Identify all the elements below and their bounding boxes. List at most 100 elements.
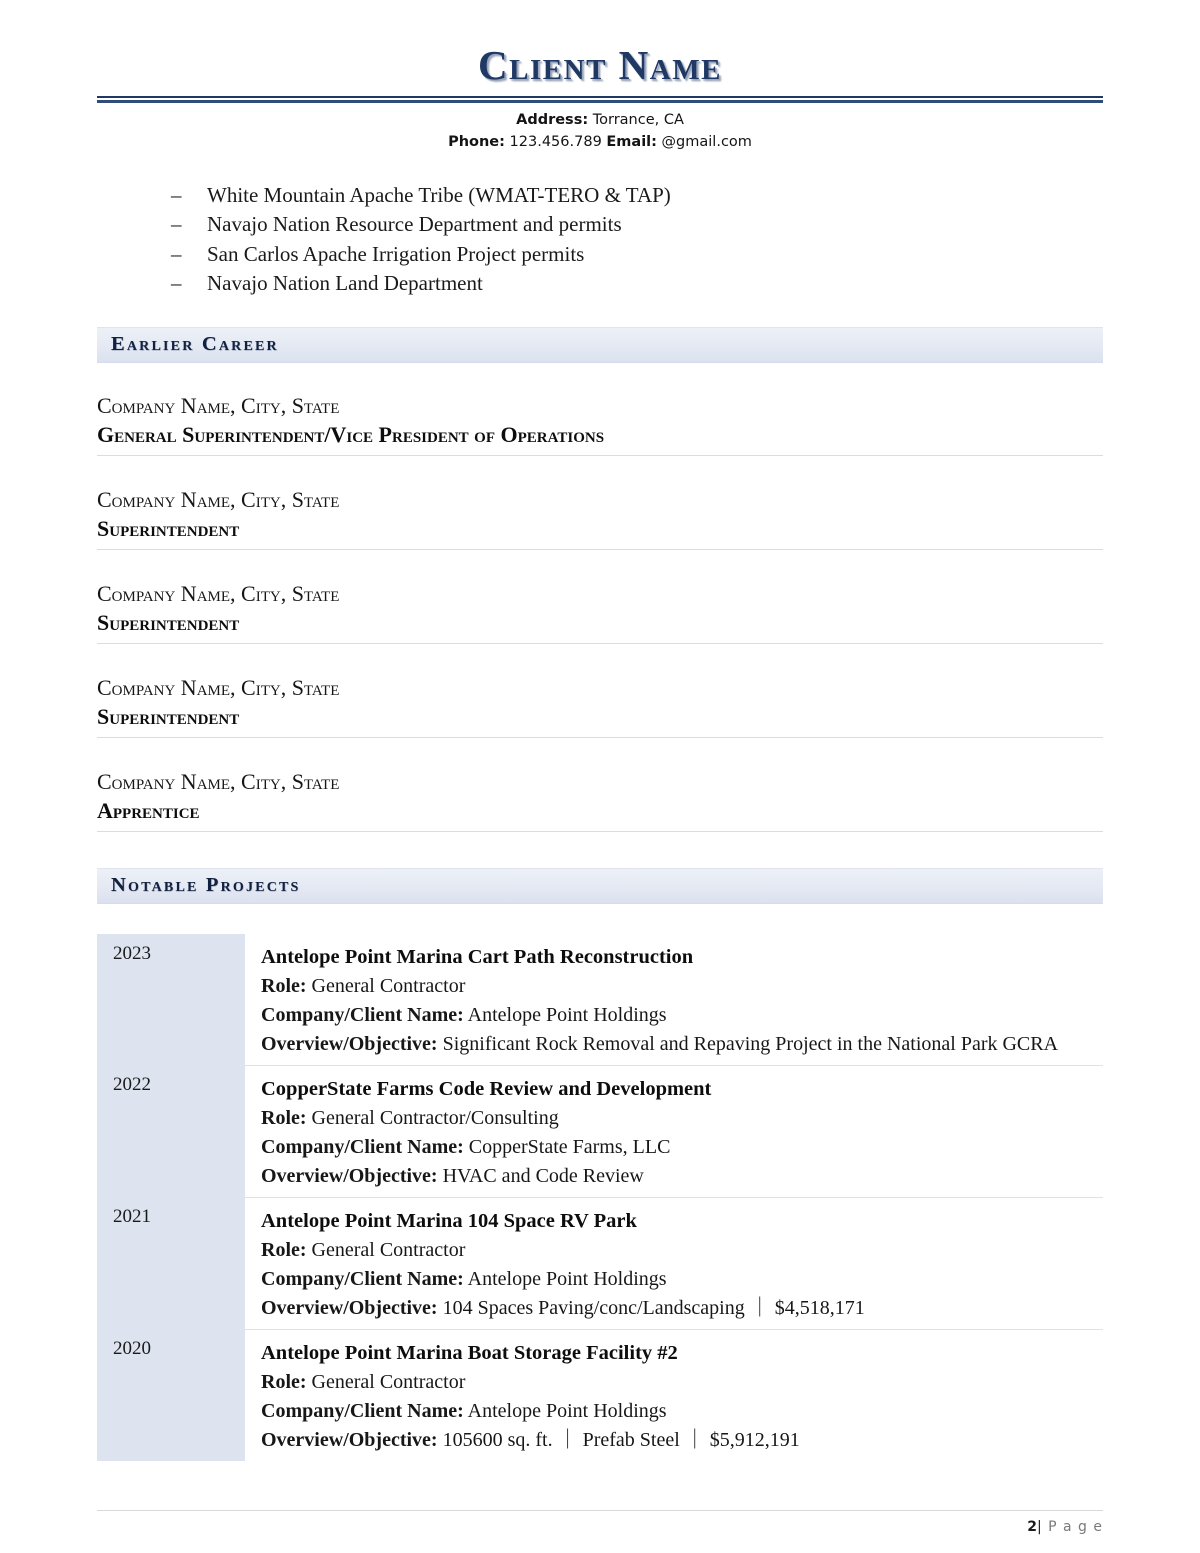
overview-value: HVAC and Code Review <box>437 1164 644 1187</box>
client-label: Company/Client Name: <box>261 1267 464 1290</box>
job-divider <box>97 736 1103 738</box>
overview-label: Overview/Objective: <box>261 1296 438 1319</box>
project-role: Role: General Contractor <box>261 1236 1093 1265</box>
list-item-label: San Carlos Apache Irrigation Project per… <box>207 241 585 266</box>
job-entry: Company Name, City, State General Superi… <box>97 391 1103 464</box>
role-label: Role: <box>261 1106 307 1129</box>
table-row: 2020 Antelope Point Marina Boat Storage … <box>97 1329 1103 1461</box>
project-role: Role: General Contractor <box>261 1368 1093 1397</box>
client-label: Company/Client Name: <box>261 1135 464 1158</box>
email-value: @gmail.com <box>656 133 752 150</box>
list-item-label: Navajo Nation Resource Department and pe… <box>207 212 622 237</box>
project-client: Company/Client Name: Antelope Point Hold… <box>261 1265 1093 1294</box>
overview-value: Significant Rock Removal and Repaving Pr… <box>437 1032 1059 1055</box>
project-details: Antelope Point Marina Boat Storage Facil… <box>245 1329 1103 1461</box>
project-year: 2020 <box>97 1329 245 1461</box>
job-divider <box>97 642 1103 644</box>
role-label: Role: <box>261 1238 307 1261</box>
project-title: CopperState Farms Code Review and Develo… <box>261 1077 712 1100</box>
page-title: Client Name <box>478 42 722 88</box>
project-year: 2021 <box>97 1197 245 1330</box>
job-divider <box>97 548 1103 550</box>
job-divider <box>97 830 1103 832</box>
contact-info: Address: Torrance, CA Phone: 123.456.789… <box>97 103 1103 154</box>
client-value: Antelope Point Holdings <box>463 1267 667 1290</box>
project-details: Antelope Point Marina Cart Path Reconstr… <box>245 933 1103 1066</box>
job-entry: Company Name, City, State Superintendent <box>97 673 1103 746</box>
job-company: Company Name, City, State <box>97 768 340 794</box>
resume-page: Client Name Address: Torrance, CA Phone:… <box>0 0 1200 1553</box>
project-year: 2022 <box>97 1065 245 1198</box>
job-entry: Company Name, City, State Superintendent <box>97 485 1103 558</box>
project-overview: Overview/Objective: 105600 sq. ft. ｜ Pre… <box>261 1426 1093 1455</box>
job-title: Superintendent <box>97 609 240 635</box>
role-label: Role: <box>261 1370 307 1393</box>
project-title: Antelope Point Marina Cart Path Reconstr… <box>261 945 694 968</box>
project-overview: Overview/Objective: 104 Spaces Paving/co… <box>261 1294 1093 1323</box>
job-company: Company Name, City, State <box>97 392 340 418</box>
earlier-career-list: Company Name, City, State General Superi… <box>97 391 1103 840</box>
project-overview: Overview/Objective: HVAC and Code Review <box>261 1162 1093 1191</box>
job-title: Apprentice <box>97 797 200 823</box>
section-header-notable-projects: Notable Projects <box>97 867 1103 904</box>
table-row: 2023 Antelope Point Marina Cart Path Rec… <box>97 933 1103 1066</box>
role-value: General Contractor <box>306 974 466 997</box>
job-title: Superintendent <box>97 515 240 541</box>
client-value: Antelope Point Holdings <box>463 1003 667 1026</box>
list-item-label: Navajo Nation Land Department <box>207 271 483 296</box>
role-value: General Contractor/Consulting <box>306 1106 559 1129</box>
project-role: Role: General Contractor/Consulting <box>261 1104 1093 1133</box>
project-client: Company/Client Name: CopperState Farms, … <box>261 1133 1093 1162</box>
overview-value: 105600 sq. ft. ｜ Prefab Steel ｜ $5,912,1… <box>437 1428 800 1451</box>
project-client: Company/Client Name: Antelope Point Hold… <box>261 1001 1093 1030</box>
job-title: Superintendent <box>97 703 240 729</box>
qualifications-list: – White Mountain Apache Tribe (WMAT-TERO … <box>97 181 1103 299</box>
client-label: Company/Client Name: <box>261 1399 464 1422</box>
phone-value: 123.456.789 <box>504 133 607 150</box>
phone-label: Phone: <box>448 133 505 150</box>
email-label: Email: <box>606 133 657 150</box>
address-value: Torrance, CA <box>588 112 684 129</box>
job-company: Company Name, City, State <box>97 580 340 606</box>
client-value: CopperState Farms, LLC <box>463 1135 671 1158</box>
job-title: General Superintendent/Vice President of… <box>97 421 605 447</box>
job-company: Company Name, City, State <box>97 674 340 700</box>
project-client: Company/Client Name: Antelope Point Hold… <box>261 1397 1093 1426</box>
job-company: Company Name, City, State <box>97 486 340 512</box>
overview-label: Overview/Objective: <box>261 1032 438 1055</box>
client-value: Antelope Point Holdings <box>463 1399 667 1422</box>
bullet-dash-icon: – <box>171 182 182 207</box>
bullet-dash-icon: – <box>171 212 182 237</box>
project-role: Role: General Contractor <box>261 972 1093 1001</box>
project-title: Antelope Point Marina 104 Space RV Park <box>261 1209 637 1232</box>
job-divider <box>97 454 1103 456</box>
role-value: General Contractor <box>306 1370 466 1393</box>
project-overview: Overview/Objective: Significant Rock Rem… <box>261 1030 1093 1059</box>
table-row: 2021 Antelope Point Marina 104 Space RV … <box>97 1197 1103 1330</box>
project-year: 2023 <box>97 933 245 1066</box>
job-entry: Company Name, City, State Apprentice <box>97 767 1103 840</box>
project-details: Antelope Point Marina 104 Space RV Park … <box>245 1197 1103 1330</box>
project-title: Antelope Point Marina Boat Storage Facil… <box>261 1341 678 1364</box>
bullet-dash-icon: – <box>171 241 182 266</box>
list-item: – San Carlos Apache Irrigation Project pe… <box>97 240 1103 270</box>
page-separator: | <box>1036 1519 1043 1535</box>
job-entry: Company Name, City, State Superintendent <box>97 579 1103 652</box>
project-details: CopperState Farms Code Review and Develo… <box>245 1065 1103 1198</box>
section-title-label: Notable Projects <box>111 874 301 897</box>
role-value: General Contractor <box>306 1238 466 1261</box>
list-item: – White Mountain Apache Tribe (WMAT-TERO … <box>97 181 1103 211</box>
page-number: 2 <box>1027 1519 1037 1535</box>
client-label: Company/Client Name: <box>261 1003 464 1026</box>
address-label: Address: <box>516 112 589 129</box>
list-item: – Navajo Nation Resource Department and p… <box>97 210 1103 240</box>
overview-label: Overview/Objective: <box>261 1428 438 1451</box>
title-divider <box>97 96 1103 104</box>
list-item-label: White Mountain Apache Tribe (WMAT-TERO &… <box>207 182 671 207</box>
contact-address-line: Address: Torrance, CA <box>97 110 1103 132</box>
page-number-indicator: 2| P a g e <box>97 1511 1103 1535</box>
role-label: Role: <box>261 974 307 997</box>
page-footer: 2| P a g e <box>97 1510 1103 1535</box>
bullet-dash-icon: – <box>171 271 182 296</box>
overview-label: Overview/Objective: <box>261 1164 438 1187</box>
